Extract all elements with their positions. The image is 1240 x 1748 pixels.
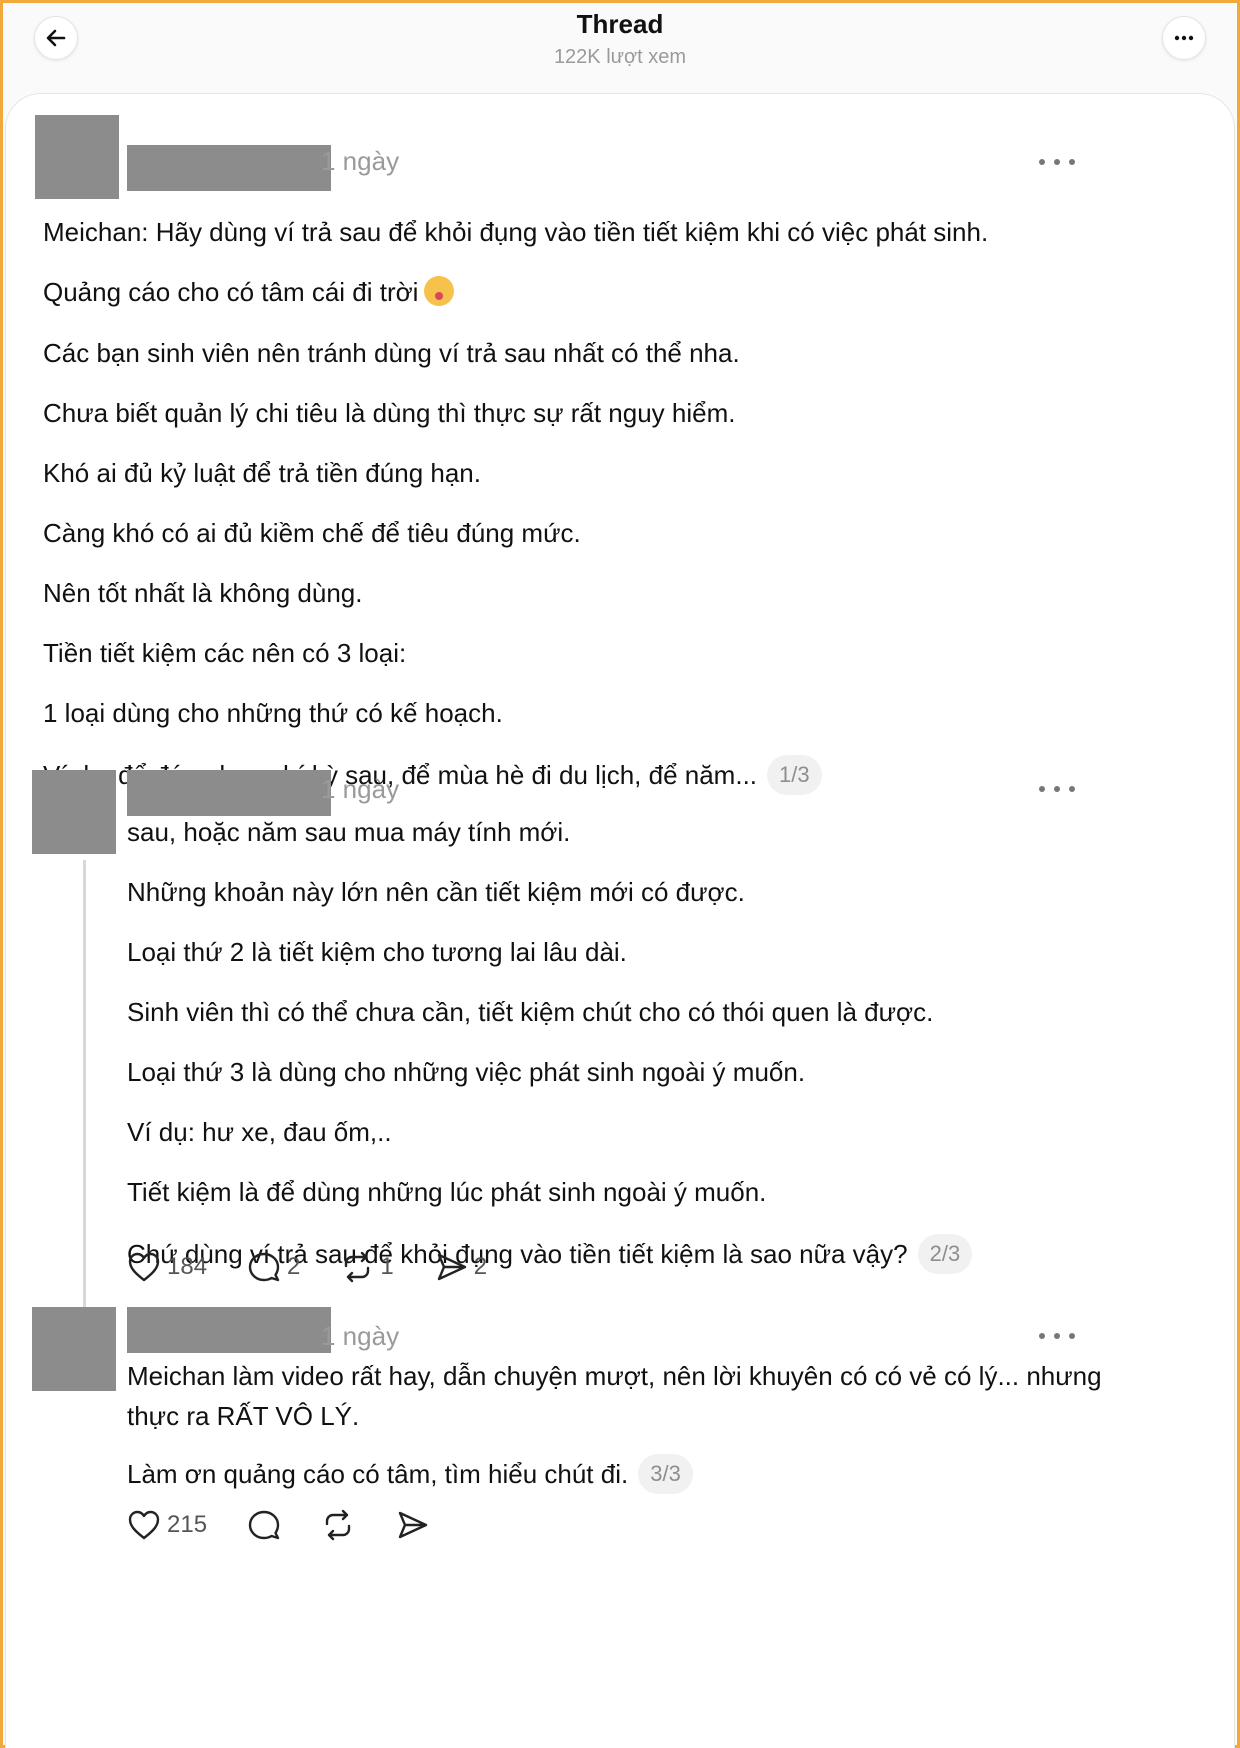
like-button[interactable]: 215	[127, 1509, 207, 1541]
share-button[interactable]	[395, 1509, 429, 1541]
post-body: Meichan: Hãy dùng ví trả sau để khỏi đụn…	[43, 216, 988, 825]
post-body: sau, hoặc năm sau mua máy tính mới. Nhữn…	[127, 816, 973, 1304]
send-icon	[437, 1253, 466, 1281]
post-time: 1 ngày	[321, 1321, 400, 1351]
post-time: 1 ngày	[321, 146, 400, 176]
post-line: Chưa biết quản lý chi tiêu là dùng thì t…	[43, 398, 736, 429]
post-line: Làm ơn quảng cáo có tâm, tìm hiểu chút đ…	[127, 1454, 1127, 1496]
post-line: Loại thứ 3 là dùng cho những việc phát s…	[127, 1057, 806, 1087]
post-line: 1 loại dùng cho những thứ có kế hoạch.	[43, 698, 503, 729]
like-count: 215	[167, 1511, 208, 1538]
post-menu-button[interactable]	[1039, 157, 1075, 167]
post-body: Meichan làm video rất hay, dẫn chuyện mư…	[127, 1356, 1127, 1524]
post-line: Loại thứ 2 là tiết kiệm cho tương lai lâ…	[127, 937, 627, 967]
post-line: Càng khó có ai đủ kiềm chế để tiêu đúng …	[43, 518, 581, 549]
post-line: Meichan: Hãy dùng ví trả sau để khỏi đụn…	[43, 217, 989, 247]
avatar[interactable]	[35, 115, 119, 199]
more-horizontal-icon	[1174, 35, 1194, 41]
repost-count: 1	[380, 1253, 394, 1280]
post-line: Quảng cáo cho có tâm cái đi trời	[43, 276, 988, 309]
page-title: Thread	[576, 9, 664, 39]
post-line: Tiết kiệm là để dùng những lúc phát sinh…	[127, 1177, 767, 1207]
post-line: Sinh viên thì có thể chưa cần, tiết kiệm…	[127, 997, 934, 1027]
page-indicator: 1/3	[767, 755, 822, 796]
heart-icon	[128, 1252, 160, 1282]
thread-connector-line	[83, 860, 86, 1308]
like-button[interactable]: 184	[127, 1251, 207, 1283]
view-count: 122K lượt xem	[553, 46, 687, 68]
username-redacted[interactable]	[127, 145, 331, 191]
repost-icon	[345, 1251, 370, 1283]
post-line: Các bạn sinh viên nên tránh dùng ví trả …	[43, 338, 740, 369]
like-count: 184	[167, 1253, 208, 1280]
post-line: Nên tốt nhất là không dùng.	[43, 578, 363, 609]
more-options-button[interactable]	[1162, 16, 1206, 60]
post-menu-button[interactable]	[1039, 784, 1075, 794]
send-icon	[398, 1511, 428, 1539]
reply-button[interactable]: 2	[247, 1251, 300, 1283]
top-bar: Thread 122K lượt xem	[3, 3, 1237, 95]
reply-count: 2	[287, 1253, 301, 1280]
post-actions: 184 2 1 2	[127, 1251, 527, 1283]
share-button[interactable]: 2	[434, 1251, 487, 1283]
reply-button[interactable]	[247, 1509, 281, 1541]
page-indicator: 3/3	[638, 1454, 693, 1494]
comment-icon	[248, 1510, 280, 1540]
tear-smile-emoji-icon	[424, 276, 455, 307]
username-redacted[interactable]	[127, 1307, 331, 1353]
post-line: Những khoản này lớn nên cần tiết kiệm mớ…	[127, 877, 745, 907]
app-frame: Thread 122K lượt xem 1 ngày Meichan: Hãy…	[3, 3, 1237, 1748]
heart-icon	[128, 1510, 160, 1540]
username-redacted[interactable]	[127, 770, 331, 816]
page-indicator: 2/3	[917, 1234, 973, 1274]
avatar[interactable]	[32, 1307, 116, 1391]
post-menu-button[interactable]	[1039, 1331, 1075, 1341]
post-line: sau, hoặc năm sau mua máy tính mới.	[127, 817, 571, 847]
thread-card: 1 ngày Meichan: Hãy dùng ví trả sau để k…	[5, 93, 1235, 1748]
comment-icon	[248, 1252, 280, 1282]
share-count: 2	[473, 1253, 488, 1280]
post-line: Tiền tiết kiệm các nên có 3 loại:	[43, 638, 407, 669]
repost-button[interactable]	[321, 1509, 355, 1541]
repost-button[interactable]: 1	[340, 1251, 394, 1283]
post-line: Ví dụ: hư xe, đau ốm,..	[127, 1117, 392, 1147]
post-time: 1 ngày	[321, 774, 400, 804]
post-actions: 215	[127, 1509, 469, 1541]
post-line: Meichan làm video rất hay, dẫn chuyện mư…	[127, 1361, 1102, 1431]
post-line: Khó ai đủ kỷ luật để trả tiền đúng hạn.	[43, 458, 481, 489]
repost-icon	[325, 1509, 351, 1541]
avatar[interactable]	[32, 770, 116, 854]
